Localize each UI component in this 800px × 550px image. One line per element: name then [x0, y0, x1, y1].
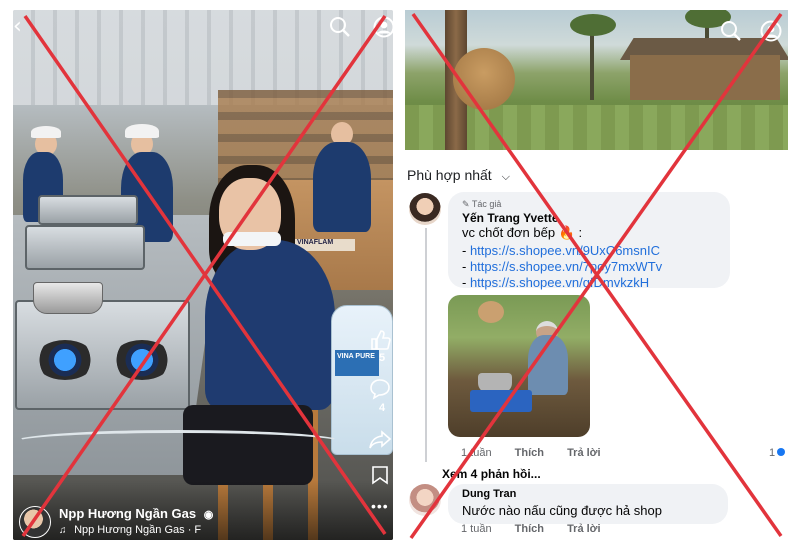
channel-name[interactable]: Npp Hương Ngần Gas ◉: [59, 506, 213, 521]
link-row: - https://s.shopee.vn/qfDmvkzkH: [462, 275, 650, 290]
cover-toolbar: [698, 18, 788, 46]
comment-text: Nước nào nấu cũng được hả shop: [462, 503, 662, 518]
commenter-avatar[interactable]: [409, 484, 441, 516]
comment-sort-dropdown[interactable]: Phù hợp nhất ⌵: [407, 167, 510, 187]
hanging-hat: [478, 301, 504, 323]
like-button[interactable]: Thích: [515, 523, 544, 535]
like-button[interactable]: Thích: [515, 447, 544, 459]
search-icon[interactable]: [329, 16, 351, 38]
audio-track[interactable]: ♫ Npp Hương Ngần Gas · F: [59, 524, 201, 536]
chevron-down-icon: ⌵: [501, 171, 510, 183]
author-badge: ✎ Tác giả: [462, 199, 501, 210]
comment-attached-photo[interactable]: [448, 295, 590, 437]
presenter: [205, 240, 335, 410]
commenter-name[interactable]: Dung Tran: [462, 488, 516, 500]
side-action-bar: 5 4 •••: [365, 330, 393, 520]
cook-person: [528, 335, 568, 395]
comment-count: 4: [379, 402, 386, 414]
share-icon[interactable]: [369, 430, 391, 450]
channel-info[interactable]: Npp Hương Ngần Gas ◉ ♫ Npp Hương Ngần Ga…: [19, 502, 319, 540]
palm-leaves: [570, 14, 616, 36]
comment-text: vc chốt đơn bếp 🔥 :: [462, 225, 583, 240]
reply-button[interactable]: Trả lời: [567, 523, 601, 535]
worker-cap: [31, 126, 61, 138]
search-icon[interactable]: [720, 20, 742, 42]
link-row: - https://s.shopee.vn/7poy7mxWTv: [462, 259, 663, 274]
gas-stove: [15, 300, 190, 410]
comment-sort-label: Phù hợp nhất: [407, 167, 492, 183]
post-cover-image: [405, 10, 788, 150]
comment-bubble: ✎ Tác giả Yến Trang Yvette vc chốt đơn b…: [448, 192, 730, 291]
gas-hose: [13, 430, 343, 454]
comment-links: - https://s.shopee.vn/9UxC6msnIC - https…: [462, 243, 662, 291]
channel-name-text: Npp Hương Ngần Gas: [59, 506, 197, 521]
reaction-count-text: 1: [769, 447, 776, 459]
commenter-name[interactable]: Yến Trang Yvette: [462, 211, 559, 225]
page: VINAFLAM VINA PURE ‹ 5 4 ••• Npp Hương N…: [0, 0, 800, 550]
comment-icon[interactable]: [369, 378, 391, 400]
burner-flame: [35, 340, 95, 380]
profile-icon[interactable]: [760, 20, 782, 42]
shopee-link[interactable]: https://s.shopee.vn/9UxC6msnIC: [470, 243, 660, 258]
cooking-pot: [33, 282, 103, 314]
back-arrow-icon[interactable]: ‹: [13, 14, 22, 39]
shopee-link[interactable]: https://s.shopee.vn/qfDmvkzkH: [470, 275, 649, 290]
commenter-avatar[interactable]: [409, 193, 441, 225]
like-icon[interactable]: [369, 330, 391, 350]
comment-time: 1 tuần: [461, 447, 492, 459]
author-badge-text: Tác giả: [471, 199, 502, 209]
conical-hat: [453, 48, 515, 110]
shopee-link[interactable]: https://s.shopee.vn/7poy7mxWTv: [470, 259, 662, 274]
view-more-replies[interactable]: Xem 4 phản hồi...: [442, 467, 541, 481]
audio-track-name: Npp Hương Ngần Gas · F: [74, 524, 202, 536]
bookmark-icon[interactable]: [371, 465, 389, 485]
hut: [630, 55, 780, 100]
gas-stove: [38, 195, 138, 225]
channel-avatar[interactable]: [19, 506, 51, 538]
like-reaction-icon: [777, 448, 786, 456]
comment-actions: 1 tuần Thích Trả lời: [461, 447, 621, 459]
blue-gas-stove: [470, 390, 532, 412]
reply-thread-line: [425, 228, 427, 462]
comment-time: 1 tuần: [461, 523, 492, 535]
reaction-count[interactable]: 1: [769, 447, 786, 459]
comment-bubble: Dung Tran Nước nào nấu cũng được hả shop: [448, 484, 728, 524]
video-topbar: ‹: [13, 10, 393, 46]
comments-panel: Phù hợp nhất ⌵ ✎ Tác giả Yến Trang Yvett…: [405, 10, 788, 540]
worker-cap: [125, 124, 159, 138]
reply-button[interactable]: Trả lời: [567, 447, 601, 459]
verified-badge-icon: ◉: [203, 509, 214, 521]
face-mask: [223, 232, 281, 246]
link-row: - https://s.shopee.vn/9UxC6msnIC: [462, 243, 660, 258]
like-count: 5: [379, 352, 386, 364]
worker: [313, 142, 371, 232]
factory-scene: VINAFLAM VINA PURE: [13, 10, 393, 540]
music-note-icon: ♫: [59, 525, 67, 536]
comment-actions: 1 tuần Thích Trả lời: [461, 523, 621, 535]
pencil-icon: ✎: [462, 199, 470, 209]
more-options-icon[interactable]: •••: [371, 498, 389, 514]
video-panel[interactable]: VINAFLAM VINA PURE ‹ 5 4 ••• Npp Hương N…: [13, 10, 393, 540]
burner-flame: [112, 340, 172, 380]
gas-stove: [25, 225, 145, 270]
profile-icon[interactable]: [373, 16, 393, 38]
